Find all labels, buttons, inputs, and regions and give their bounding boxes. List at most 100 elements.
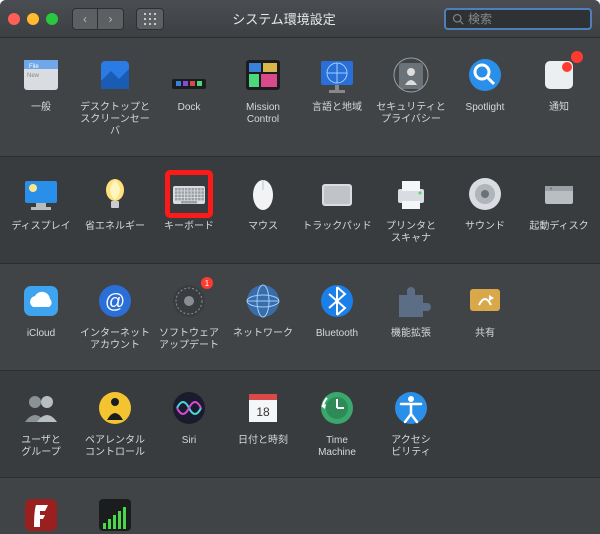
pref-general[interactable]: FileNew一般 xyxy=(4,50,78,142)
pref-label: プリンタと スキャナ xyxy=(384,221,438,245)
siri-icon xyxy=(169,388,209,428)
desktop-icon xyxy=(95,55,135,95)
pref-trackpad[interactable]: トラックパッド xyxy=(300,169,374,249)
pref-update[interactable]: 1ソフトウェア アップデート xyxy=(152,276,226,356)
users-icon-wrap xyxy=(20,387,62,429)
accounts-icon: @ xyxy=(95,281,135,321)
pref-security[interactable]: セキュリティと プライバシー xyxy=(374,50,448,142)
back-button[interactable]: ‹ xyxy=(72,8,98,30)
pref-sharing[interactable]: 共有 xyxy=(448,276,522,356)
close-button[interactable] xyxy=(8,13,20,25)
datetime-icon-wrap: 18 xyxy=(242,387,284,429)
pref-icloud[interactable]: iCloud xyxy=(4,276,78,356)
accessibility-icon-wrap xyxy=(390,387,432,429)
pref-label: 機能拡張 xyxy=(389,328,433,350)
pref-bluetooth[interactable]: Bluetooth xyxy=(300,276,374,356)
update-icon-wrap: 1 xyxy=(168,280,210,322)
pref-notifications[interactable]: 通知 xyxy=(522,50,596,142)
pref-label: 言語と地域 xyxy=(310,102,364,124)
pref-energy[interactable]: 省エネルギー xyxy=(78,169,152,249)
svg-text:File: File xyxy=(29,64,39,70)
pref-flash[interactable]: Flash Player xyxy=(4,490,78,534)
svg-text:@: @ xyxy=(105,291,125,313)
parental-icon xyxy=(95,388,135,428)
pref-keyboard[interactable]: キーボード xyxy=(152,169,226,249)
general-icon-wrap: File New xyxy=(20,54,62,96)
pref-datetime[interactable]: 18 日付と時刻 xyxy=(226,383,300,463)
pref-mouse[interactable]: マウス xyxy=(226,169,300,249)
dock-icon-wrap xyxy=(168,54,210,96)
timemachine-icon-wrap xyxy=(316,387,358,429)
spotlight-icon-wrap xyxy=(464,54,506,96)
siri-icon-wrap xyxy=(168,387,210,429)
pref-lang[interactable]: 言語と地域 xyxy=(300,50,374,142)
pref-printers[interactable]: プリンタと スキャナ xyxy=(374,169,448,249)
search-field[interactable] xyxy=(444,8,592,30)
pref-desktop[interactable]: デスクトップと スクリーンセーバ xyxy=(78,50,152,142)
parental-icon-wrap xyxy=(94,387,136,429)
pref-mission[interactable]: Mission Control xyxy=(226,50,300,142)
pref-spotlight[interactable]: Spotlight xyxy=(448,50,522,142)
forward-button[interactable]: › xyxy=(98,8,124,30)
pref-label: ユーザと グループ xyxy=(19,435,63,459)
sharing-icon-wrap xyxy=(464,280,506,322)
window-title: システム環境設定 xyxy=(132,9,436,28)
flash-icon-wrap xyxy=(20,494,62,534)
pref-extensions[interactable]: 機能拡張 xyxy=(374,276,448,356)
mission-icon xyxy=(243,55,283,95)
pref-label: Bluetooth xyxy=(314,328,360,350)
pref-dock[interactable]: Dock xyxy=(152,50,226,142)
extensions-icon-wrap xyxy=(390,280,432,322)
search-input[interactable] xyxy=(468,12,584,26)
pref-label: トラックパッド xyxy=(300,221,374,243)
badge xyxy=(571,51,583,63)
accessibility-icon xyxy=(391,388,431,428)
energy-icon xyxy=(95,174,135,214)
mission-icon-wrap xyxy=(242,54,284,96)
general-icon: File New xyxy=(21,55,61,95)
icloud-icon xyxy=(21,281,61,321)
pref-label: Mission Control xyxy=(244,102,282,126)
minimize-button[interactable] xyxy=(27,13,39,25)
bluetooth-icon-wrap xyxy=(316,280,358,322)
displays-icon xyxy=(21,174,61,214)
sharing-icon xyxy=(465,281,505,321)
pref-label: Spotlight xyxy=(464,102,507,124)
badge: 1 xyxy=(201,277,213,289)
system-preferences-window: ‹ › システム環境設定 FileNew一般デスクトップと スク xyxy=(0,0,600,534)
notifications-icon-wrap xyxy=(538,54,580,96)
sl4-icon xyxy=(95,495,135,534)
pref-label: 日付と時刻 xyxy=(236,435,290,457)
zoom-button[interactable] xyxy=(46,13,58,25)
security-icon xyxy=(391,55,431,95)
pref-startup[interactable]: 起動ディスク xyxy=(522,169,596,249)
users-icon xyxy=(21,388,61,428)
printers-icon xyxy=(391,174,431,214)
pref-label: 省エネルギー xyxy=(83,221,147,243)
pref-label: iCloud xyxy=(25,328,57,350)
pref-row: Flash PlayerSL 4 xyxy=(0,478,600,534)
sound-icon xyxy=(465,174,505,214)
pref-users[interactable]: ユーザと グループ xyxy=(4,383,78,463)
pref-displays[interactable]: ディスプレイ xyxy=(4,169,78,249)
energy-icon-wrap xyxy=(94,173,136,215)
pref-parental[interactable]: ペアレンタル コントロール xyxy=(78,383,152,463)
pref-accessibility[interactable]: アクセシ ビリティ xyxy=(374,383,448,463)
pref-label: ネットワーク xyxy=(231,328,295,350)
extensions-icon xyxy=(391,281,431,321)
pref-label: Time Machine xyxy=(316,435,358,459)
keyboard-icon xyxy=(169,174,209,214)
pref-row: iCloud @インターネット アカウント1ソフトウェア アップデートネットワーク… xyxy=(0,264,600,371)
accounts-icon-wrap: @ xyxy=(94,280,136,322)
lang-icon-wrap xyxy=(316,54,358,96)
pref-sl4[interactable]: SL 4 xyxy=(78,490,152,534)
pref-network[interactable]: ネットワーク xyxy=(226,276,300,356)
svg-text:New: New xyxy=(27,73,40,79)
pref-siri[interactable]: Siri xyxy=(152,383,226,463)
pref-label: 通知 xyxy=(547,102,571,124)
chevron-right-icon: › xyxy=(109,12,113,26)
pref-timemachine[interactable]: Time Machine xyxy=(300,383,374,463)
pref-row: ユーザと グループペアレンタル コントロールSiri 18 日付と時刻 Time Ma… xyxy=(0,371,600,478)
pref-accounts[interactable]: @インターネット アカウント xyxy=(78,276,152,356)
pref-sound[interactable]: サウンド xyxy=(448,169,522,249)
